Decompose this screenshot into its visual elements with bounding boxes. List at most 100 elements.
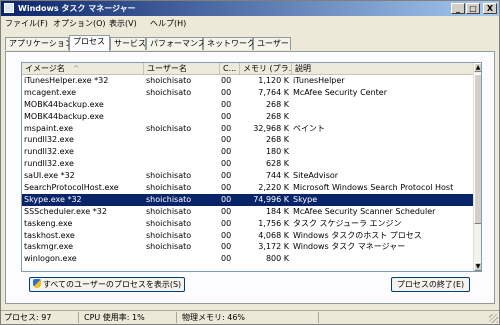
tab-applications[interactable]: アプリケーション bbox=[5, 37, 73, 50]
status-processes: プロセス: 97 bbox=[1, 312, 79, 323]
process-description-cell: McAfee Security Center bbox=[293, 87, 388, 97]
process-cpu-cell: 00 bbox=[221, 230, 232, 240]
column-header-cpu[interactable]: C... bbox=[220, 63, 240, 75]
process-name-cell: mcagent.exe bbox=[24, 87, 77, 97]
process-description-cell: McAfee Security Scanner Scheduler bbox=[293, 206, 436, 216]
task-manager-window: Windows タスク マネージャー _ □ X ファイル(F) オプション(O… bbox=[0, 0, 500, 325]
process-description-cell: ペイント bbox=[293, 123, 325, 133]
end-process-button[interactable]: プロセスの終了(E) bbox=[391, 277, 470, 292]
process-memory-cell: 800 K bbox=[265, 254, 289, 264]
table-row[interactable]: taskhost.exe shoichisato 00 4,068 K Windows … bbox=[22, 230, 474, 242]
table-row[interactable]: winlogon.exe 00 800 K bbox=[22, 253, 474, 265]
table-row[interactable]: saUI.exe *32 shoichisato 00 744 K SiteAdviso… bbox=[22, 170, 474, 182]
menu-file[interactable]: ファイル(F) bbox=[5, 18, 48, 29]
process-memory-cell: 1,756 K bbox=[258, 218, 289, 228]
close-button[interactable]: X bbox=[483, 3, 497, 14]
tab-performance[interactable]: パフォーマンス bbox=[146, 37, 206, 50]
process-user-cell: shoichisato bbox=[146, 230, 192, 240]
column-header-description[interactable]: 説明 bbox=[292, 63, 474, 75]
sort-arrow-icon: ^ bbox=[72, 64, 80, 73]
process-cpu-cell: 00 bbox=[221, 194, 232, 204]
process-user-cell: shoichisato bbox=[146, 183, 192, 193]
process-memory-cell: 32,968 K bbox=[253, 123, 289, 133]
column-header-name[interactable]: イメージ名 ^ bbox=[22, 63, 144, 75]
column-name-label: イメージ名 bbox=[25, 64, 65, 73]
column-header-user[interactable]: ユーザー名 bbox=[144, 63, 220, 75]
process-cpu-cell: 00 bbox=[221, 242, 232, 252]
table-row[interactable]: SearchProtocolHost.exe shoichisato 00 2,220… bbox=[22, 182, 474, 194]
process-cpu-cell: 00 bbox=[221, 87, 232, 97]
process-name-cell: winlogon.exe bbox=[24, 254, 77, 264]
scroll-down-icon[interactable]: ▼ bbox=[474, 262, 481, 271]
process-description-cell: iTunesHelper bbox=[293, 76, 345, 85]
process-cpu-cell: 00 bbox=[221, 76, 232, 85]
table-row[interactable]: rundll32.exe 00 268 K bbox=[22, 134, 474, 146]
process-memory-cell: 268 K bbox=[265, 135, 289, 145]
shield-icon bbox=[32, 279, 41, 288]
process-user-cell: shoichisato bbox=[146, 242, 192, 252]
table-row[interactable]: taskeng.exe shoichisato 00 1,756 K タスク スケジュー… bbox=[22, 218, 474, 230]
scroll-thumb[interactable] bbox=[474, 74, 481, 224]
show-all-users-button[interactable]: すべてのユーザーのプロセスを表示(S) bbox=[29, 277, 185, 292]
process-user-cell: shoichisato bbox=[146, 206, 192, 216]
process-name-cell: saUI.exe *32 bbox=[24, 171, 75, 181]
process-memory-cell: 4,068 K bbox=[258, 230, 289, 240]
minimize-button[interactable]: _ bbox=[451, 3, 465, 14]
menu-options[interactable]: オプション(O) bbox=[53, 18, 106, 29]
table-row[interactable]: iTunesHelper.exe *32 shoichisato 00 1,120 K… bbox=[22, 75, 474, 87]
vertical-scrollbar[interactable]: ▲ ▼ bbox=[473, 63, 481, 271]
process-memory-cell: 628 K bbox=[265, 159, 289, 169]
process-memory-cell: 1,120 K bbox=[258, 76, 289, 85]
scroll-up-icon[interactable]: ▲ bbox=[474, 63, 481, 72]
process-user-cell: shoichisato bbox=[146, 194, 192, 204]
process-cpu-cell: 00 bbox=[221, 99, 232, 109]
table-row[interactable]: mcagent.exe shoichisato 00 7,764 K McAfee Se… bbox=[22, 87, 474, 99]
title-bar[interactable]: Windows タスク マネージャー _ □ X bbox=[1, 1, 499, 16]
process-user-cell: shoichisato bbox=[146, 123, 192, 133]
menu-view[interactable]: 表示(V) bbox=[109, 18, 137, 29]
status-cpu: CPU 使用率: 1% bbox=[81, 312, 177, 323]
process-cpu-cell: 00 bbox=[221, 147, 232, 157]
process-description-cell: Windows タスク マネージャー bbox=[293, 242, 406, 252]
tab-network[interactable]: ネットワーク bbox=[203, 37, 255, 50]
process-cpu-cell: 00 bbox=[221, 123, 232, 133]
process-name-cell: Skype.exe *32 bbox=[24, 194, 82, 204]
size-grip-icon[interactable] bbox=[489, 314, 498, 323]
tab-processes[interactable]: プロセス bbox=[69, 35, 110, 51]
table-row[interactable]: rundll32.exe 00 628 K bbox=[22, 158, 474, 170]
process-description-cell: Microsoft Windows Search Protocol Host bbox=[293, 183, 454, 193]
table-row[interactable]: MOBK44backup.exe 00 268 K bbox=[22, 99, 474, 111]
process-name-cell: SSScheduler.exe *32 bbox=[24, 206, 107, 216]
process-memory-cell: 7,764 K bbox=[258, 87, 289, 97]
tab-strip: アプリケーション プロセス サービス パフォーマンス ネットワーク ユーザー bbox=[5, 35, 495, 51]
process-list[interactable]: イメージ名 ^ ユーザー名 C... メモリ (プラ... 説明 iTunesHe… bbox=[21, 62, 482, 272]
table-row[interactable]: mspaint.exe shoichisato 00 32,968 K ペイント bbox=[22, 123, 474, 135]
process-memory-cell: 2,220 K bbox=[258, 183, 289, 193]
process-rows: iTunesHelper.exe *32 shoichisato 00 1,120 K… bbox=[22, 75, 474, 265]
app-icon bbox=[4, 3, 14, 13]
table-row[interactable]: SSScheduler.exe *32 shoichisato 00 184 K McA… bbox=[22, 206, 474, 218]
process-user-cell: shoichisato bbox=[146, 218, 192, 228]
process-memory-cell: 744 K bbox=[265, 171, 289, 181]
menu-help[interactable]: ヘルプ(H) bbox=[150, 18, 186, 29]
process-memory-cell: 184 K bbox=[265, 206, 289, 216]
process-description-cell: Skype bbox=[293, 194, 318, 204]
process-name-cell: taskmgr.exe bbox=[24, 242, 73, 252]
table-row[interactable]: MOBK44backup.exe 00 268 K bbox=[22, 111, 474, 123]
window-title: Windows タスク マネージャー bbox=[18, 4, 136, 13]
tab-services[interactable]: サービス bbox=[110, 37, 146, 50]
process-name-cell: taskeng.exe bbox=[24, 218, 73, 228]
table-row[interactable]: rundll32.exe 00 180 K bbox=[22, 146, 474, 158]
process-name-cell: rundll32.exe bbox=[24, 159, 74, 169]
process-cpu-cell: 00 bbox=[221, 135, 232, 145]
process-name-cell: mspaint.exe bbox=[24, 123, 74, 133]
table-row[interactable]: Skype.exe *32 shoichisato 00 74,996 K Skype bbox=[22, 193, 474, 206]
process-cpu-cell: 00 bbox=[221, 159, 232, 169]
tab-users[interactable]: ユーザー bbox=[253, 37, 291, 50]
table-row[interactable]: taskmgr.exe shoichisato 00 3,172 K Windows タ… bbox=[22, 241, 474, 253]
process-user-cell: shoichisato bbox=[146, 76, 192, 85]
process-list-header: イメージ名 ^ ユーザー名 C... メモリ (プラ... 説明 bbox=[22, 63, 474, 75]
column-header-memory[interactable]: メモリ (プラ... bbox=[240, 63, 292, 75]
process-cpu-cell: 00 bbox=[221, 111, 232, 121]
maximize-button[interactable]: □ bbox=[466, 3, 480, 14]
